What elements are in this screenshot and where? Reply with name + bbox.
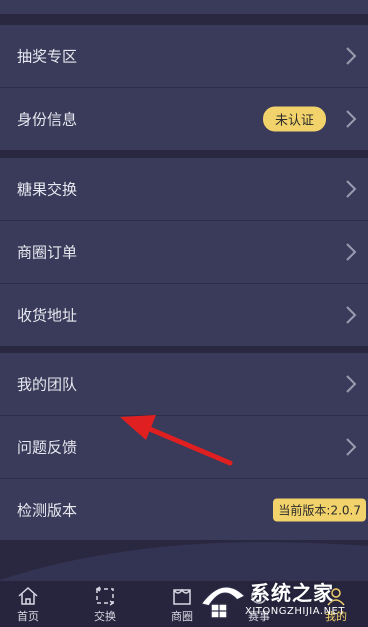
- chevron-right-icon: [346, 47, 357, 65]
- tab-label: 首页: [17, 610, 39, 623]
- menu-row-shipping-address[interactable]: 收货地址: [0, 284, 368, 346]
- menu-row-label: 商圈订单: [17, 243, 78, 262]
- menu-row-label: 抽奖专区: [17, 47, 78, 66]
- watermark-brand: 系统之家: [250, 581, 334, 605]
- shop-icon: [173, 588, 191, 605]
- chevron-right-icon: [346, 375, 357, 393]
- verification-status-badge: 未认证: [262, 106, 326, 132]
- menu-row-my-team[interactable]: 我的团队: [0, 353, 368, 416]
- chevron-right-icon: [346, 243, 357, 261]
- tab-label: 交换: [94, 610, 116, 623]
- menu-group-1: 抽奖专区 身份信息 未认证: [0, 25, 368, 150]
- menu-row-label: 我的团队: [17, 375, 78, 394]
- chevron-right-icon: [346, 438, 357, 456]
- menu-row-lottery[interactable]: 抽奖专区: [0, 25, 368, 88]
- menu-group-3: 我的团队 问题反馈 检测版本 当前版本:2.0.7: [0, 353, 368, 541]
- chevron-right-icon: [346, 110, 357, 128]
- chevron-right-icon: [346, 306, 357, 324]
- menu-row-shop-orders[interactable]: 商圈订单: [0, 221, 368, 284]
- menu-row-label: 检测版本: [17, 501, 78, 520]
- tab-home[interactable]: 首页: [0, 581, 63, 627]
- menu-row-candy-exchange[interactable]: 糖果交换: [0, 158, 368, 221]
- home-icon: [18, 586, 38, 605]
- tab-exchange[interactable]: 交换: [70, 581, 140, 627]
- version-badge: 当前版本:2.0.7: [273, 498, 366, 522]
- watermark-url: XITONGZHIJIA.NET: [245, 606, 345, 617]
- menu-row-feedback[interactable]: 问题反馈: [0, 416, 368, 479]
- chevron-right-icon: [346, 180, 357, 198]
- menu-row-label: 问题反馈: [17, 438, 78, 457]
- menu-row-identity[interactable]: 身份信息 未认证: [0, 88, 368, 150]
- watermark-logo-icon: [199, 586, 247, 619]
- menu-group-2: 糖果交换 商圈订单 收货地址: [0, 158, 368, 346]
- site-watermark: 系统之家 XITONGZHIJIA.NET: [195, 572, 368, 626]
- top-strip: [0, 0, 368, 14]
- swap-icon: [95, 586, 115, 606]
- menu-row-label: 身份信息: [17, 110, 78, 129]
- menu-row-label: 糖果交换: [17, 180, 78, 199]
- menu-row-check-version[interactable]: 检测版本 当前版本:2.0.7: [0, 479, 368, 541]
- menu-row-label: 收货地址: [17, 306, 78, 325]
